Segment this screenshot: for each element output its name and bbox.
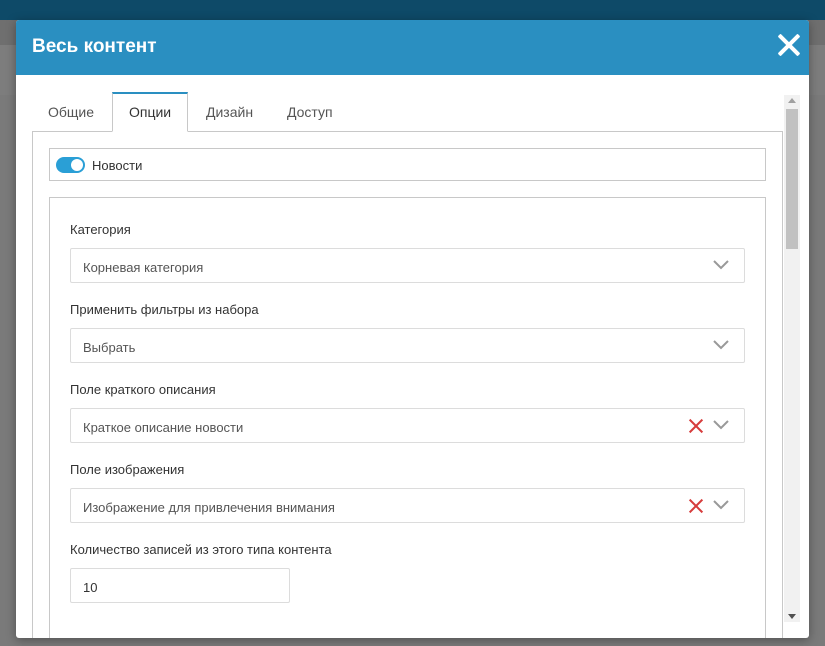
news-toggle[interactable] (56, 157, 85, 173)
chevron-down-icon (713, 420, 729, 430)
tab-bar: Общие Опции Дизайн Доступ (32, 92, 783, 132)
category-label: Категория (70, 222, 131, 237)
image-field-select[interactable]: Изображение для привлечения внимания (70, 488, 745, 523)
image-field-label: Поле изображения (70, 462, 185, 477)
news-toggle-label: Новости (92, 158, 143, 173)
panel-border-right (782, 131, 783, 638)
count-value: 10 (83, 580, 98, 595)
image-field-value: Изображение для привлечения внимания (83, 500, 335, 515)
scroll-thumb[interactable] (786, 109, 798, 249)
tab-design[interactable]: Дизайн (190, 92, 269, 132)
scroll-up-arrow[interactable] (784, 95, 800, 107)
close-icon[interactable] (777, 33, 801, 57)
tab-access[interactable]: Доступ (271, 92, 349, 132)
background-topbar (0, 0, 825, 20)
count-label: Количество записей из этого типа контент… (70, 542, 332, 557)
count-input[interactable]: 10 (70, 568, 290, 603)
category-value: Корневая категория (83, 260, 204, 275)
news-toggle-row: Новости (49, 148, 766, 181)
summary-field-label: Поле краткого описания (70, 382, 216, 397)
dialog-header: Весь контент (16, 20, 809, 75)
panel-border-left (32, 131, 33, 638)
summary-field-value: Краткое описание новости (83, 420, 244, 435)
dialog-title: Весь контент (32, 36, 157, 57)
summary-field-select[interactable]: Краткое описание новости (70, 408, 745, 443)
scroll-down-arrow[interactable] (784, 610, 800, 622)
tab-options[interactable]: Опции (112, 92, 189, 132)
tab-general[interactable]: Общие (32, 92, 110, 132)
dialog-scrollbar[interactable] (784, 95, 800, 622)
toggle-knob (71, 159, 83, 171)
chevron-down-icon (713, 500, 729, 510)
category-select[interactable]: Корневая категория (70, 248, 745, 283)
news-settings-panel: Категория Корневая категория Применить ф… (49, 197, 766, 638)
chevron-down-icon (713, 260, 729, 270)
clear-icon[interactable] (688, 418, 704, 434)
clear-icon[interactable] (688, 498, 704, 514)
chevron-down-icon (713, 340, 729, 350)
filters-select[interactable]: Выбрать (70, 328, 745, 363)
content-settings-dialog: Весь контент Общие Опции Дизайн Доступ Н… (16, 20, 809, 638)
filters-value: Выбрать (83, 340, 136, 355)
filters-label: Применить фильтры из набора (70, 302, 259, 317)
